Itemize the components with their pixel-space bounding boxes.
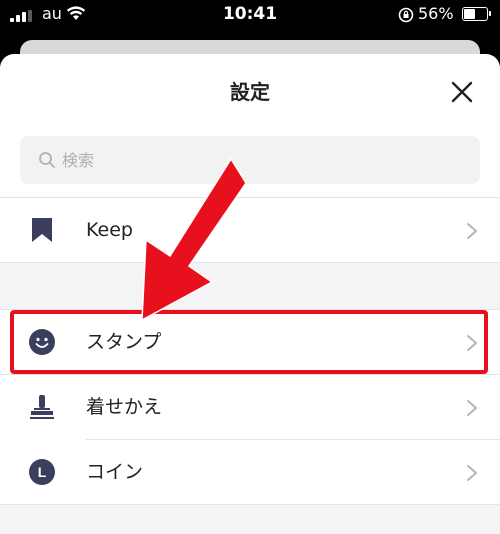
section-separator: [0, 263, 500, 309]
page-title: 設定: [230, 80, 270, 104]
bookmark-icon: [32, 218, 52, 242]
settings-item-coins[interactable]: L コイン: [0, 440, 500, 504]
search-bar[interactable]: [20, 136, 480, 184]
smiley-icon: [29, 329, 55, 355]
settings-item-keep[interactable]: Keep: [0, 198, 500, 262]
search-icon: [39, 152, 55, 168]
brush-icon: [30, 395, 54, 419]
settings-item-label: 着せかえ: [86, 396, 163, 418]
coin-icon: L: [29, 459, 55, 485]
settings-item-label: コイン: [86, 461, 144, 483]
chevron-right-icon: [467, 335, 477, 351]
settings-item-label: スタンプ: [86, 331, 162, 353]
search-input[interactable]: [62, 136, 462, 184]
battery-percentage: 56%: [418, 4, 454, 23]
settings-item-label: Keep: [86, 219, 133, 241]
status-bar: au 10:41 56%: [0, 0, 500, 30]
settings-item-stickers[interactable]: スタンプ: [0, 310, 500, 374]
chevron-right-icon: [467, 400, 477, 416]
settings-sheet: 設定 Keep スタンプ: [0, 54, 500, 534]
settings-item-themes[interactable]: 着せかえ: [0, 375, 500, 439]
chevron-right-icon: [467, 465, 477, 481]
battery-icon: [462, 7, 491, 21]
section-separator: [0, 505, 500, 534]
chevron-right-icon: [467, 223, 477, 239]
close-icon[interactable]: [448, 78, 476, 106]
rotation-lock-icon: [398, 7, 414, 23]
coin-icon-letter: L: [38, 464, 47, 480]
